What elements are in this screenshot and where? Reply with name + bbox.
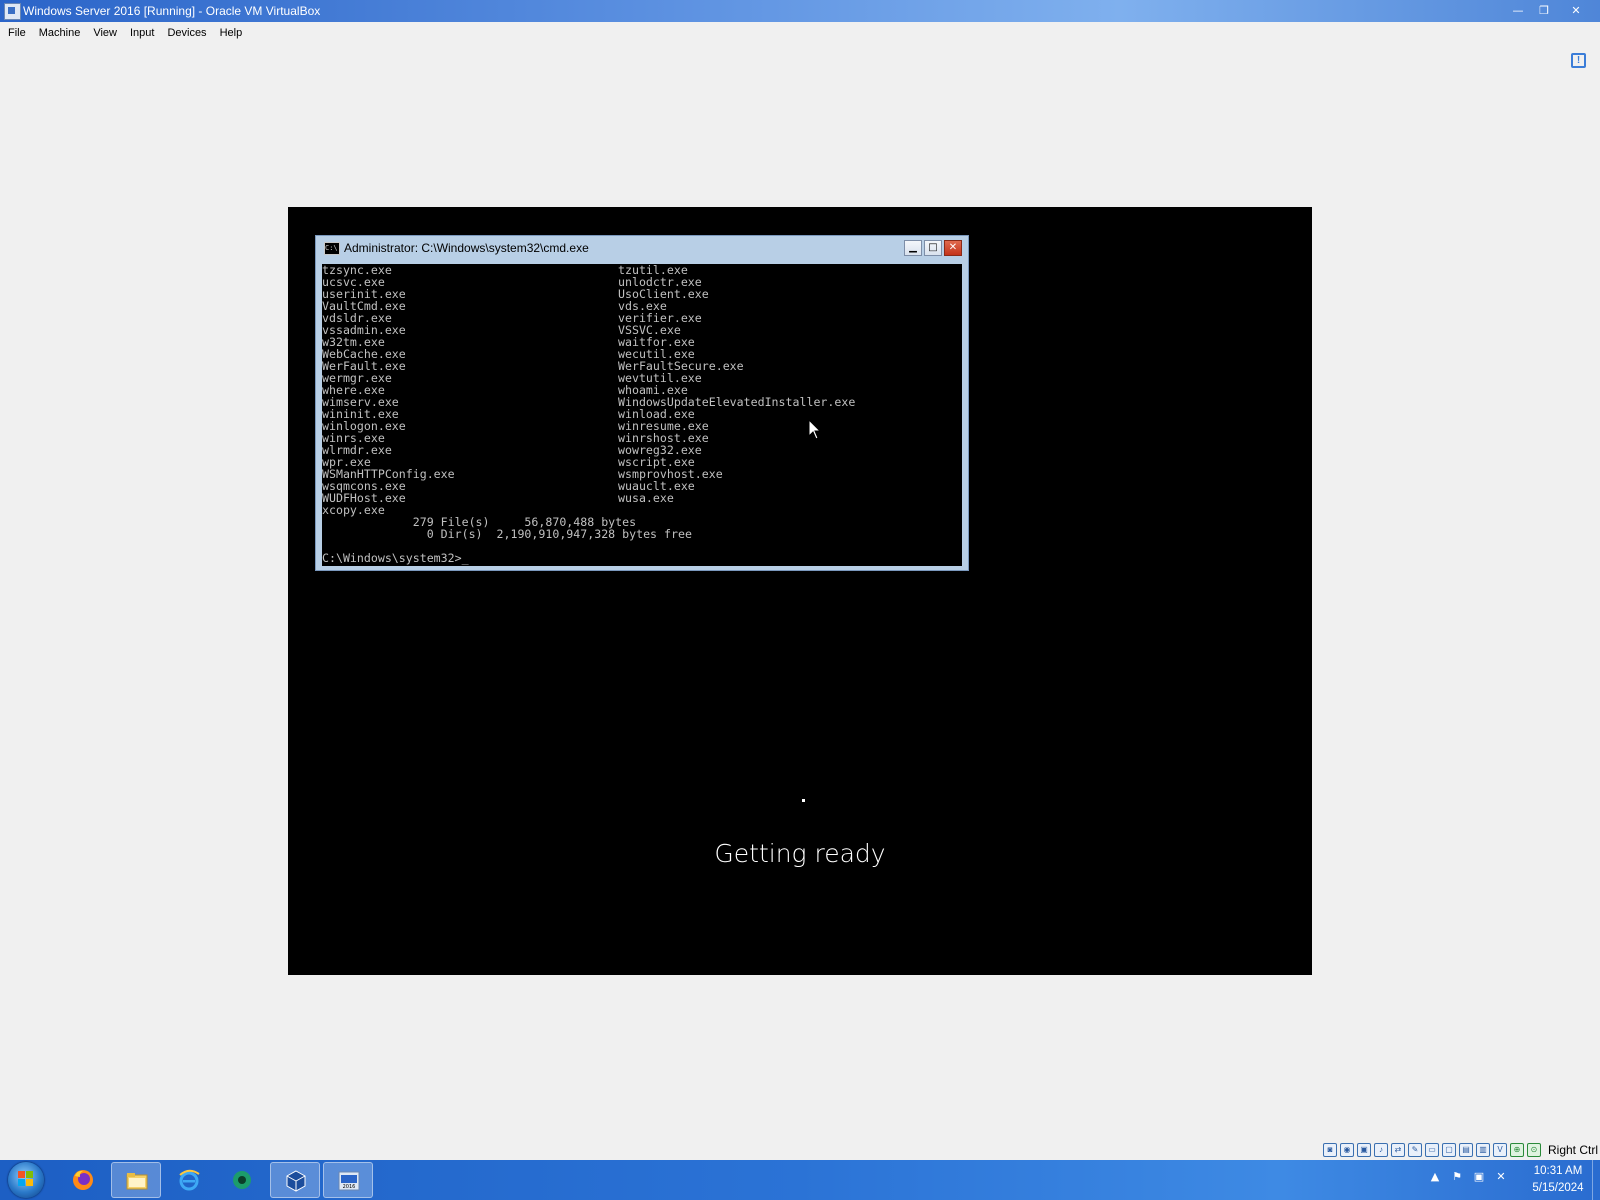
optical-icon[interactable]: ◉	[1339, 1143, 1354, 1157]
mouse-integration-icon[interactable]: ⊕	[1509, 1143, 1524, 1157]
show-hidden-icons-icon[interactable]: ▲	[1428, 1170, 1442, 1184]
virtualbox-app-icon	[4, 3, 21, 20]
cmd-maximize-button[interactable]: □	[924, 240, 942, 256]
close-button[interactable]: ✕	[1558, 2, 1594, 19]
display-icon[interactable]: ▢	[1441, 1143, 1456, 1157]
cmd-close-button[interactable]: ✕	[944, 240, 962, 256]
minimize-button[interactable]: —	[1506, 2, 1530, 19]
cmd-window-title: Administrator: C:\Windows\system32\cmd.e…	[344, 241, 589, 255]
screen-icon[interactable]: ▤	[1458, 1143, 1473, 1157]
taskbar-internet-explorer[interactable]	[164, 1162, 214, 1198]
recording-icon[interactable]: ▥	[1475, 1143, 1490, 1157]
windows-logo-icon	[18, 1171, 34, 1187]
console-summary-dirs: 0 Dir(s) 2,190,910,947,328 bytes free	[322, 527, 692, 541]
host-title-bar[interactable]: Windows Server 2016 [Running] - Oracle V…	[0, 0, 1600, 22]
loading-spinner-icon	[802, 799, 805, 802]
menu-bar: File Machine View Input Devices Help	[0, 22, 1600, 43]
menu-file[interactable]: File	[3, 27, 34, 39]
system-tray: ▲ ⚑ ▣ ✕	[1428, 1170, 1508, 1184]
vm-guest-screen[interactable]: C:\ Administrator: C:\Windows\system32\c…	[288, 207, 1312, 975]
file-entry-right: wusa.exe	[618, 491, 674, 505]
restore-button[interactable]: ❐	[1532, 2, 1556, 19]
console-prompt[interactable]: C:\Windows\system32>_	[322, 552, 469, 564]
menu-view[interactable]: View	[88, 27, 125, 39]
host-window-title: Windows Server 2016 [Running] - Oracle V…	[23, 4, 321, 18]
internet-explorer-icon	[179, 1169, 200, 1191]
clock-date: 5/15/2024	[1532, 1182, 1584, 1194]
vm-badge-text: 2016	[343, 1184, 356, 1190]
shared-folder-icon[interactable]: ▭	[1424, 1143, 1439, 1157]
console-output[interactable]: tzsync.exe tzutil.exe ucsvc.exe unlodctr.ex…	[322, 264, 962, 566]
firefox-icon	[73, 1170, 93, 1190]
cmd-icon: C:\	[324, 242, 340, 255]
usb-icon[interactable]: ✎	[1407, 1143, 1422, 1157]
cmd-minimize-button[interactable]: ▁	[904, 240, 922, 256]
capture-icon[interactable]: ⊙	[1526, 1143, 1541, 1157]
vt-x-icon[interactable]: V	[1492, 1143, 1507, 1157]
taskbar-app[interactable]	[217, 1162, 267, 1198]
taskbar-file-explorer[interactable]	[111, 1162, 161, 1198]
file-explorer-icon	[126, 1173, 148, 1190]
vm-status-bar: ◙ ◉ ▣ ♪ ⇄ ✎ ▭ ▢ ▤ ▥ V ⊕ ⊙ Right Ctrl	[1322, 1141, 1600, 1159]
menu-input[interactable]: Input	[125, 27, 162, 39]
taskbar: 2016 ▲ ⚑ ▣ ✕ 10:31 AM 5/15/2024	[0, 1160, 1600, 1200]
clock[interactable]: 10:31 AM 5/15/2024	[1525, 1163, 1591, 1197]
cmd-title-bar[interactable]: C:\ Administrator: C:\Windows\system32\c…	[316, 236, 968, 260]
vm-window-icon: 2016	[338, 1171, 360, 1191]
app-icon	[233, 1171, 251, 1189]
host-window-controls: — ❐ ✕	[1506, 2, 1594, 19]
menu-devices[interactable]: Devices	[162, 27, 214, 39]
floppy-icon[interactable]: ▣	[1356, 1143, 1371, 1157]
mouse-pointer-icon	[808, 419, 822, 440]
cmd-window[interactable]: C:\ Administrator: C:\Windows\system32\c…	[315, 235, 969, 571]
host-key-label[interactable]: Right Ctrl	[1548, 1143, 1598, 1157]
audio-icon[interactable]: ♪	[1373, 1143, 1388, 1157]
menu-help[interactable]: Help	[215, 27, 251, 39]
hdd-icon[interactable]: ◙	[1322, 1143, 1337, 1157]
taskbar-firefox[interactable]	[58, 1162, 108, 1198]
action-center-icon[interactable]: ⚑	[1450, 1170, 1464, 1184]
menu-machine[interactable]: Machine	[34, 27, 89, 39]
show-desktop-button[interactable]	[1592, 1160, 1600, 1200]
notification-center-icon[interactable]: !	[1571, 53, 1586, 68]
virtualbox-icon	[286, 1170, 306, 1192]
volume-muted-icon[interactable]: ✕	[1494, 1170, 1508, 1184]
clock-time: 10:31 AM	[1533, 1165, 1583, 1177]
network-icon[interactable]: ⇄	[1390, 1143, 1405, 1157]
network-icon[interactable]: ▣	[1472, 1170, 1486, 1184]
taskbar-vm-window[interactable]: 2016	[323, 1162, 373, 1198]
start-button[interactable]	[8, 1162, 44, 1198]
getting-ready-text: Getting ready	[714, 839, 886, 868]
taskbar-virtualbox[interactable]	[270, 1162, 320, 1198]
